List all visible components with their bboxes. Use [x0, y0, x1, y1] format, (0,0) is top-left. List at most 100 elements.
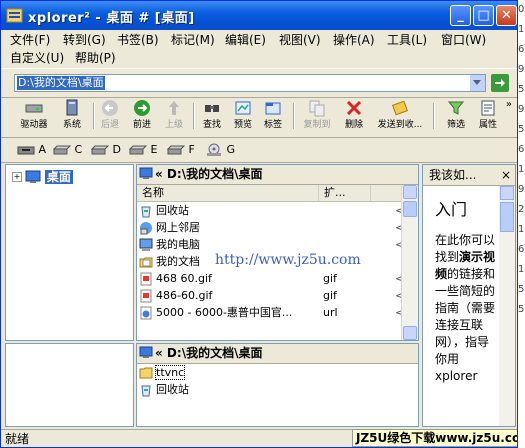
file-name: 回收站 — [156, 204, 189, 217]
gif-file-icon — [140, 272, 152, 286]
drive-a-label: A — [38, 143, 47, 156]
list-item[interactable]: 468 60.gif gif < — [137, 271, 404, 287]
toolbar-separator — [293, 103, 295, 129]
file-name: 486-60.gif — [156, 289, 213, 302]
edge-digit: 5 — [518, 284, 525, 295]
recycle-bin-icon — [141, 206, 151, 218]
menu-file[interactable]: 文件(F) — [10, 31, 50, 49]
drives-button[interactable]: 驱动器 — [15, 99, 53, 135]
scroll-thumb[interactable] — [500, 202, 514, 232]
copy-to-button[interactable]: 复制到 — [298, 99, 336, 135]
help-scrollbar[interactable] — [499, 186, 515, 426]
list-item[interactable]: ttvnc — [137, 365, 417, 381]
edge-digit: 1 — [518, 264, 525, 275]
edge-digit: 1 — [518, 24, 525, 35]
background-edge-strip: 0 1 6 9 5 9 5 6 1 9 2 1 6 1 5 5 — [518, 0, 525, 448]
go-arrow-icon — [495, 79, 505, 87]
file-name: 468 60.gif — [156, 272, 212, 285]
column-name[interactable]: 名称 — [137, 185, 319, 201]
forward-icon — [134, 100, 150, 116]
toolbar-overflow-chevron-icon[interactable]: » — [506, 99, 512, 110]
drives-label: 驱动器 — [20, 120, 48, 130]
help-pane-title: 我该如... — [429, 168, 477, 182]
close-button[interactable]: ✕ — [496, 5, 517, 26]
address-input[interactable]: D:\我的文档\桌面 — [14, 74, 486, 92]
recycle-bin-icon — [141, 385, 151, 397]
bottom-pane-header: « D:\我的文档\桌面 — [137, 344, 418, 364]
list-item[interactable]: 回收站 — [137, 382, 417, 398]
back-icon — [102, 100, 118, 116]
title-bar[interactable]: xplorer² - 桌面 # [桌面] _ □ ✕ — [1, 1, 517, 30]
list-item[interactable]: 我的电脑 < — [137, 237, 404, 253]
tab-button[interactable]: 标签 — [254, 99, 292, 135]
file-name: 5000 - 6000-惠普中国官... — [156, 306, 293, 319]
file-name: ttvnc — [154, 365, 186, 380]
menu-edit[interactable]: 编辑(E) — [225, 31, 266, 49]
system-button[interactable]: 系统 — [53, 99, 91, 135]
send-to-button[interactable]: 发送到收... — [376, 99, 424, 135]
drive-g-button[interactable]: G — [205, 142, 235, 158]
tree-item-label: 桌面 — [44, 170, 73, 184]
url-file-icon — [140, 306, 152, 320]
menu-help[interactable]: 帮助(P) — [75, 49, 116, 67]
address-dropdown-button[interactable] — [469, 75, 485, 91]
tree-item-desktop[interactable]: + 桌面 — [12, 168, 73, 185]
list-item[interactable]: 回收站 < — [137, 203, 404, 219]
list-item[interactable]: 网上邻居 < — [137, 220, 404, 236]
drive-g-label: G — [226, 143, 236, 156]
minimize-button[interactable]: _ — [450, 5, 471, 26]
menu-view[interactable]: 视图(V) — [279, 31, 321, 49]
find-icon — [205, 105, 219, 112]
top-file-pane[interactable]: « D:\我的文档\桌面 名称 扩... 回收站 < 网上邻居 < 我的电脑 <… — [136, 164, 419, 341]
file-name: 我的电脑 — [156, 238, 200, 251]
scroll-thumb[interactable] — [403, 201, 417, 217]
drive-c-button[interactable]: C — [52, 142, 82, 158]
drive-e-button[interactable]: E — [128, 142, 157, 158]
drive-a-button[interactable]: A — [17, 142, 46, 158]
properties-button[interactable]: 属性 — [469, 99, 507, 135]
menu-mark[interactable]: 标记(M) — [171, 31, 215, 49]
edge-digit: 5 — [518, 84, 525, 95]
hard-drive-icon — [90, 145, 110, 155]
top-pane-scrollbar[interactable] — [401, 185, 418, 340]
menu-actions[interactable]: 操作(A) — [333, 31, 375, 49]
menu-tools[interactable]: 工具(L) — [387, 31, 427, 49]
maximize-button[interactable]: □ — [473, 5, 494, 26]
folder-tree[interactable]: + 桌面 — [5, 164, 134, 341]
help-pane: 我该如... × 入门 在此你可以找到演示视频的链接和一些简短的指南（需要连接互… — [422, 164, 516, 427]
drive-d-button[interactable]: D — [90, 142, 121, 158]
app-icon — [6, 8, 23, 23]
preview-icon — [235, 101, 251, 115]
folder-icon — [139, 367, 153, 379]
column-ext[interactable]: 扩... — [319, 185, 371, 201]
edge-digit: 6 — [518, 44, 525, 55]
menu-customize[interactable]: 自定义(U) — [10, 49, 64, 67]
go-button[interactable] — [491, 74, 509, 92]
window-title: xplorer² - 桌面 # [桌面] — [28, 11, 195, 26]
bottom-file-pane[interactable]: « D:\我的文档\桌面 ttvnc 回收站 — [136, 343, 419, 427]
desktop-icon — [25, 170, 41, 183]
chevron-down-icon — [473, 80, 481, 85]
menu-window[interactable]: 窗口(W) — [441, 31, 486, 49]
scroll-down-button[interactable] — [403, 326, 417, 340]
tree-expander[interactable]: + — [12, 171, 22, 182]
edge-digit: 1 — [518, 164, 525, 175]
drive-f-button[interactable]: F — [166, 142, 195, 158]
scroll-up-button[interactable] — [500, 186, 514, 200]
list-item[interactable]: 5000 - 6000-惠普中国官... url < — [137, 305, 404, 321]
floppy-drive-icon — [17, 146, 35, 155]
help-close-icon[interactable]: × — [501, 165, 511, 185]
folder-tree-secondary[interactable] — [5, 343, 134, 427]
scroll-up-button[interactable] — [403, 185, 417, 199]
desktop-icon — [139, 346, 153, 358]
edge-digit: 6 — [518, 144, 525, 155]
file-name: 我的文档 — [156, 255, 200, 268]
list-item[interactable]: 486-60.gif gif < — [137, 288, 404, 304]
up-button[interactable]: 上级 — [155, 99, 193, 135]
menu-bookmarks[interactable]: 书签(B) — [117, 31, 159, 49]
up-label: 上级 — [164, 120, 183, 130]
drives-icon — [25, 104, 43, 113]
delete-button[interactable]: 删除 — [335, 99, 373, 135]
send-to-label: 发送到收... — [377, 120, 423, 130]
menu-goto[interactable]: 转到(G) — [63, 31, 106, 49]
